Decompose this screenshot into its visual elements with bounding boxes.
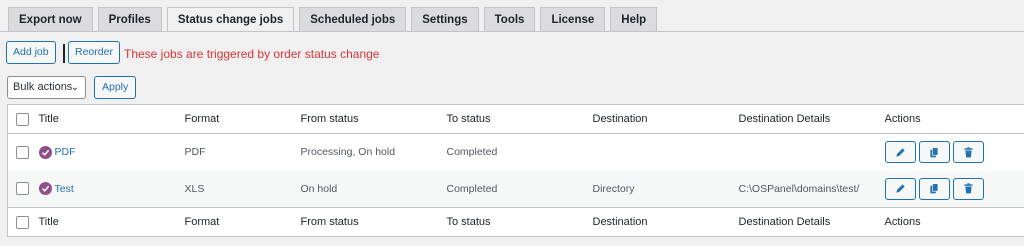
select-all-checkbox[interactable] [16,112,29,126]
row-checkbox[interactable] [16,182,29,196]
tab-profiles[interactable]: Profiles [97,7,162,31]
edit-button[interactable] [884,141,916,164]
destination-cell: Directory [592,182,635,195]
column-format: Format [184,216,220,228]
column-title[interactable]: Title [39,105,185,134]
column-destination-details: Destination Details [738,113,831,125]
column-destination-details: Destination Details [738,216,831,228]
destination-details-cell: C:\OSPanel\domains\test/ [738,182,860,195]
pencil-icon [895,148,905,157]
check-circle-icon [38,182,52,196]
from-status-cell: Processing, On hold [300,146,396,159]
chevron-down-icon: ⌄ [70,82,79,93]
column-format: Format [184,113,220,125]
column-actions: Actions [884,113,921,125]
row-checkbox[interactable] [16,145,29,159]
copy-icon [929,183,938,194]
select-all-checkbox[interactable] [16,215,29,229]
trash-icon [963,183,973,194]
column-from-status: From status [300,113,359,125]
jobs-table: Title Format From status To status Desti… [7,104,1024,237]
notice-text: These jobs are triggered by order status… [124,47,380,61]
table-row: PDF PDF Processing, On hold Completed [8,134,1024,171]
from-status-cell: On hold [300,182,338,195]
column-title[interactable]: Title [39,208,185,237]
table-row: Test XLS On hold Completed Directory C:\… [7,170,1024,208]
add-job-button[interactable]: Add job [6,41,56,64]
clone-button[interactable] [918,141,950,164]
delete-button[interactable] [952,177,984,200]
tab-license[interactable]: License [540,7,606,31]
apply-button[interactable]: Apply [94,76,137,99]
tab-settings[interactable]: Settings [411,7,479,31]
trash-icon [963,147,973,158]
column-to-status: To status [446,216,491,228]
column-from-status: From status [300,216,359,228]
to-status-cell: Completed [446,146,498,159]
destination-details-cell [739,134,885,171]
pencil-icon [895,184,905,193]
format-cell: PDF [184,146,206,159]
destination-cell [593,134,739,171]
table-footer: Title Format From status To status Desti… [7,207,1024,237]
row-actions [884,141,1024,164]
tab-help[interactable]: Help [610,7,658,31]
column-to-status: To status [446,113,491,125]
bulk-actions-select[interactable]: Bulk actions ⌄ [7,76,86,99]
reorder-button[interactable]: Reorder [68,41,120,64]
delete-button[interactable] [952,141,984,164]
check-circle-icon [38,145,52,159]
job-title-link[interactable]: Test [55,183,74,195]
format-cell: XLS [184,182,205,195]
edit-button[interactable] [884,177,916,200]
tab-bar: Export now Profiles Status change jobs S… [8,7,658,32]
separator [63,44,65,63]
clone-button[interactable] [918,177,950,200]
tab-tools[interactable]: Tools [483,7,536,31]
row-actions [884,177,1024,200]
bulk-actions-value: Bulk actions [13,81,73,93]
column-destination: Destination [592,216,648,228]
copy-icon [929,147,938,158]
tab-export-now[interactable]: Export now [8,7,93,31]
job-title-link[interactable]: PDF [55,146,76,158]
table-header: Title Format From status To status Desti… [7,105,1024,134]
column-actions: Actions [884,216,921,228]
tab-divider [0,31,1024,32]
tab-scheduled-jobs[interactable]: Scheduled jobs [299,7,407,31]
tab-status-change-jobs[interactable]: Status change jobs [166,7,295,32]
column-destination: Destination [592,113,648,125]
to-status-cell: Completed [446,182,498,195]
